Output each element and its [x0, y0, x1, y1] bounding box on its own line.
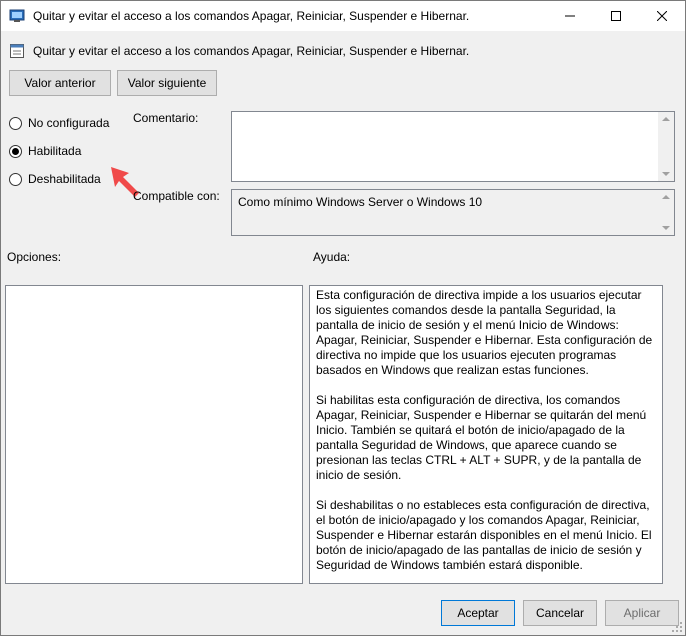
compatibility-field: Como mínimo Windows Server o Windows 10 — [231, 189, 675, 236]
next-setting-button[interactable]: Valor siguiente — [117, 70, 217, 96]
options-panel — [5, 285, 303, 584]
comment-textarea[interactable] — [231, 111, 675, 182]
help-panel: Esta configuración de directiva impide a… — [309, 285, 663, 584]
radio-enabled[interactable]: Habilitada — [9, 142, 81, 160]
radio-circle-selected[interactable] — [9, 144, 22, 158]
scroll-up-icon[interactable] — [662, 195, 670, 199]
comment-label: Comentario: — [133, 111, 199, 125]
apply-button[interactable]: Aplicar — [605, 600, 679, 626]
options-label: Opciones: — [7, 250, 62, 264]
ok-button[interactable]: Aceptar — [441, 600, 515, 626]
policy-name: Quitar y evitar el acceso a los comandos… — [33, 44, 470, 58]
policy-dialog-window: Quitar y evitar el acceso a los comandos… — [0, 0, 686, 636]
radio-circle[interactable] — [9, 172, 22, 186]
cancel-button[interactable]: Cancelar — [523, 600, 597, 626]
window-title: Quitar y evitar el acceso a los comandos… — [33, 9, 470, 23]
compatibility-value: Como mínimo Windows Server o Windows 10 — [238, 195, 483, 209]
minimize-button[interactable] — [547, 1, 593, 31]
policy-window-icon — [9, 8, 25, 24]
maximize-icon — [611, 11, 621, 21]
help-paragraph: Si habilitas esta configuración de direc… — [316, 393, 647, 482]
radio-label: No configurada — [28, 116, 110, 130]
scroll-up-icon[interactable] — [662, 117, 670, 121]
resize-grip-icon[interactable] — [671, 621, 683, 633]
help-paragraph: Esta configuración de directiva impide a… — [316, 288, 653, 377]
radio-not-configured[interactable]: No configurada — [9, 114, 109, 132]
policy-settings-icon — [9, 43, 25, 59]
help-paragraph: Si deshabilitas o no estableces esta con… — [316, 498, 652, 572]
help-label: Ayuda: — [313, 250, 351, 264]
radio-label: Habilitada — [28, 144, 82, 158]
close-button[interactable] — [639, 1, 685, 31]
scroll-down-icon[interactable] — [662, 172, 670, 176]
title-bar[interactable]: Quitar y evitar el acceso a los comandos… — [1, 1, 685, 31]
comment-scrollbar[interactable] — [658, 112, 674, 181]
help-scrollbar[interactable] — [663, 285, 683, 584]
help-text: Esta configuración de directiva impide a… — [316, 288, 658, 588]
radio-label: Deshabilitada — [28, 172, 101, 186]
previous-setting-button[interactable]: Valor anterior — [9, 70, 111, 96]
compatibility-label: Compatible con: — [133, 189, 220, 203]
minimize-icon — [565, 15, 575, 17]
radio-circle[interactable] — [9, 116, 22, 130]
compatibility-scrollbar[interactable] — [658, 190, 674, 235]
scroll-down-icon[interactable] — [662, 226, 670, 230]
maximize-button[interactable] — [593, 1, 639, 31]
close-icon — [657, 11, 667, 21]
radio-disabled[interactable]: Deshabilitada — [9, 170, 101, 188]
